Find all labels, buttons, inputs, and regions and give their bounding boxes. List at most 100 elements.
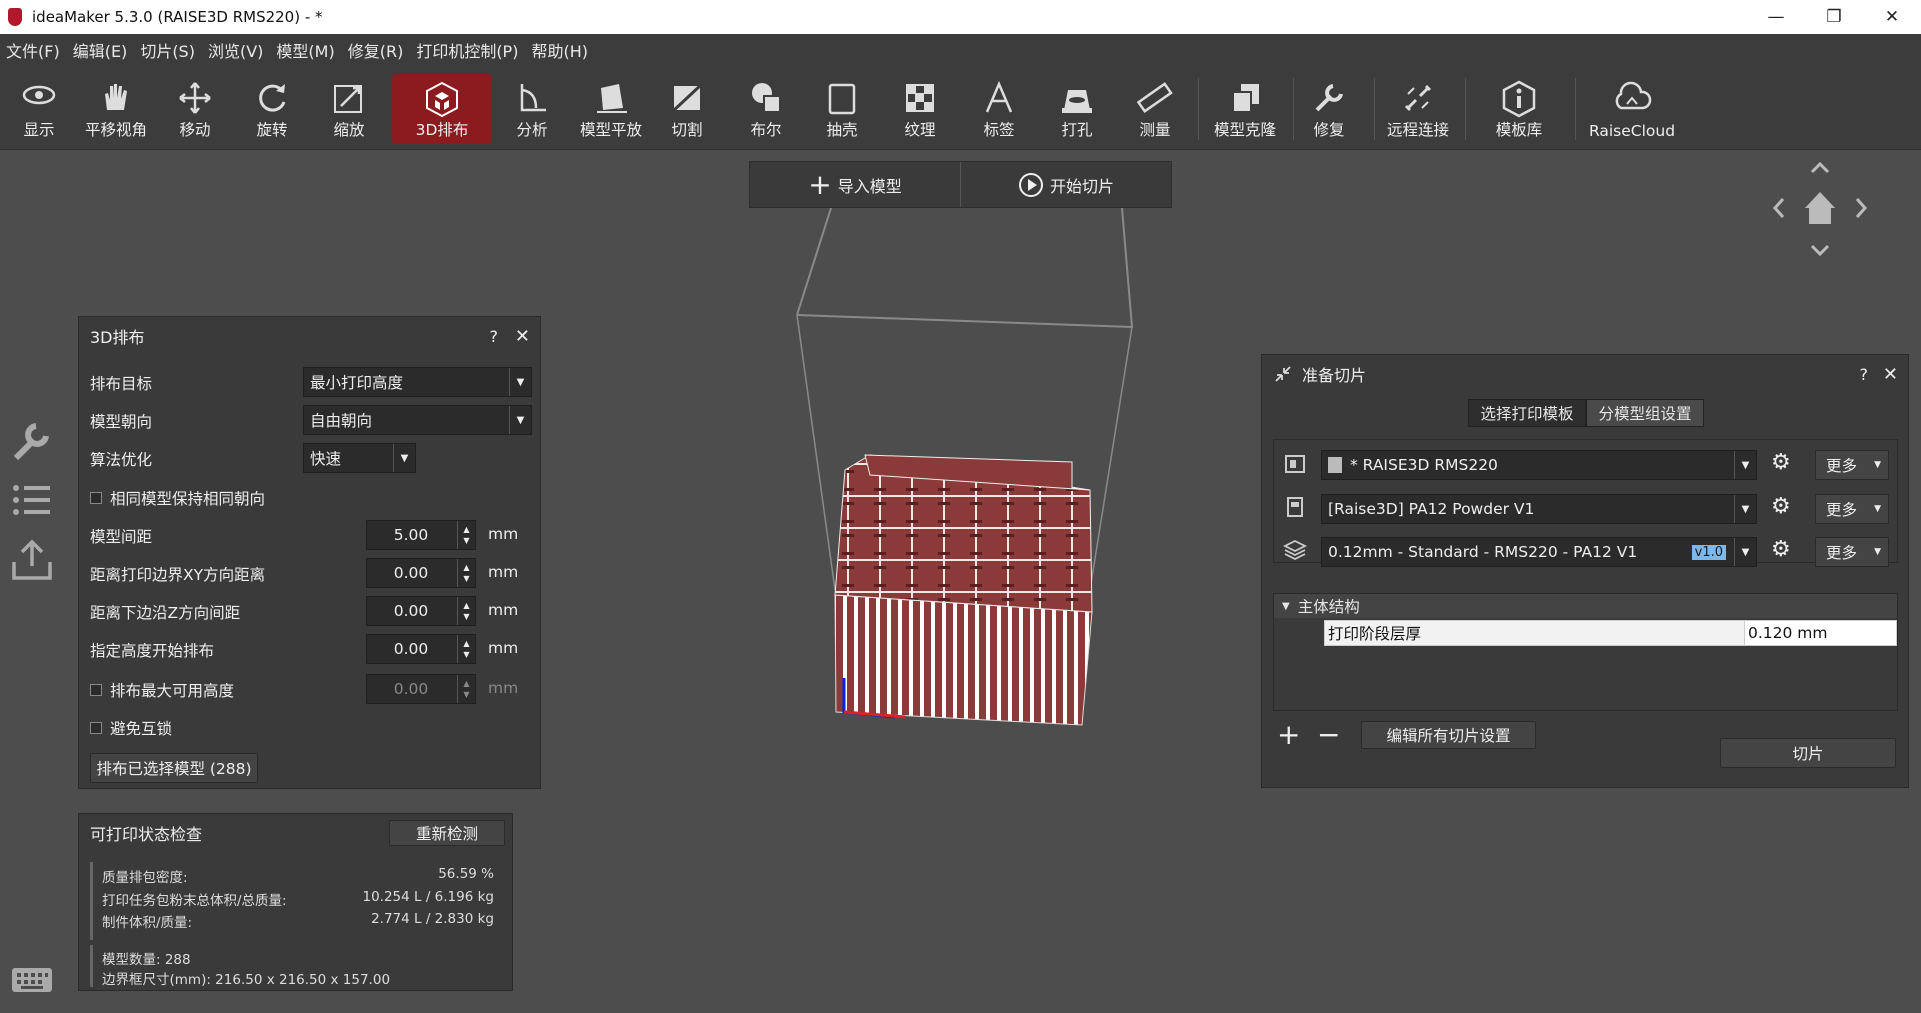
help-button[interactable]: ? <box>1860 365 1869 384</box>
tool-label: 抽壳 <box>826 121 858 139</box>
start-height-input[interactable]: 0.00 ▲ ▼ <box>366 634 476 664</box>
orientation-label: 模型朝向 <box>90 413 153 431</box>
tool-measure[interactable]: 测量 <box>1127 74 1183 144</box>
menu-file[interactable]: 文件(F) <box>6 38 60 62</box>
spacing-input[interactable]: 5.00 ▲ ▼ <box>366 520 476 550</box>
clone-icon <box>1232 84 1259 113</box>
analyze-icon <box>520 84 546 112</box>
texture-checker-icon <box>906 84 934 112</box>
start-height-value: 0.00 <box>393 640 429 658</box>
target-select[interactable]: 最小打印高度 ▼ <box>303 367 532 397</box>
orientation-select[interactable]: 自由朝向 ▼ <box>303 405 532 435</box>
spacing-label: 模型间距 <box>90 528 153 546</box>
profile-more-button[interactable]: 更多 ▼ <box>1815 537 1889 567</box>
z-distance-input[interactable]: 0.00 ▲ ▼ <box>366 596 476 626</box>
slice-button[interactable]: 切片 <box>1720 738 1896 768</box>
tool-lay-flat[interactable]: 模型平放 <box>573 74 649 144</box>
tab-model-group[interactable]: 分模型组设置 <box>1586 399 1704 427</box>
tool-pan-view[interactable]: 平移视角 <box>80 74 152 144</box>
wrench-icon[interactable] <box>8 420 56 464</box>
max-height-input: 0.00 ▲ ▼ <box>366 674 476 704</box>
menu-edit[interactable]: 编辑(E) <box>73 38 128 62</box>
menu-bar: 文件(F) 编辑(E) 切片(S) 浏览(V) 模型(M) 修复(R) 打印机控… <box>0 34 1921 66</box>
boolean-icon <box>752 83 781 113</box>
keyboard-icon[interactable] <box>10 964 54 996</box>
export-upload-icon[interactable] <box>8 538 56 586</box>
section-main-structure[interactable]: ▼ 主体结构 <box>1274 594 1897 618</box>
close-panel-button[interactable]: ✕ <box>1883 364 1898 385</box>
tool-3d-arrange[interactable]: 3D排布 <box>392 74 492 144</box>
same-orientation-checkbox[interactable]: 相同模型保持相同朝向 <box>90 487 265 509</box>
section-divider <box>90 945 93 987</box>
menu-view[interactable]: 浏览(V) <box>208 38 263 62</box>
remote-connect-icon <box>1404 84 1432 112</box>
stepper-icon[interactable]: ▲ ▼ <box>457 597 475 625</box>
chevron-down-icon: ▼ <box>1734 495 1756 523</box>
xy-distance-input[interactable]: 0.00 ▲ ▼ <box>366 558 476 588</box>
tool-boolean[interactable]: 布尔 <box>738 74 794 144</box>
start-height-label: 指定高度开始排布 <box>90 642 215 660</box>
tool-remote-connect[interactable]: 远程连接 <box>1380 74 1456 144</box>
collapse-arrows-icon[interactable] <box>1274 365 1292 383</box>
tool-label: 模型平放 <box>579 121 642 139</box>
tool-raisecloud[interactable]: RaiseCloud <box>1582 74 1682 144</box>
xy-distance-value: 0.00 <box>393 564 429 582</box>
tool-drill-hole[interactable]: 打孔 <box>1049 74 1105 144</box>
import-model-button[interactable]: + 导入模型 <box>750 162 960 207</box>
stepper-icon[interactable]: ▲ ▼ <box>457 521 475 549</box>
tool-label: 显示 <box>23 121 55 139</box>
tool-template-library[interactable]: 模板库 <box>1486 74 1552 144</box>
tool-label: 远程连接 <box>1386 121 1449 139</box>
checkbox-box <box>90 492 102 504</box>
menu-help[interactable]: 帮助(H) <box>531 38 588 62</box>
menu-printer-control[interactable]: 打印机控制(P) <box>416 38 518 62</box>
arrange-panel-header: 3D排布 ? ✕ <box>79 317 540 355</box>
material-settings-gear-icon[interactable]: ⚙ <box>1771 494 1791 519</box>
tool-display[interactable]: 显示 <box>10 74 68 144</box>
cloud-icon <box>1615 81 1652 110</box>
tool-rotate[interactable]: 旋转 <box>243 74 301 144</box>
tool-cut[interactable]: 切割 <box>659 74 715 144</box>
tool-label-text[interactable]: 标签 <box>971 74 1027 144</box>
tool-move[interactable]: 移动 <box>166 74 224 144</box>
remove-button[interactable]: − <box>1317 718 1340 751</box>
material-select[interactable]: [Raise3D] PA12 Powder V1 ▼ <box>1321 494 1757 524</box>
help-button[interactable]: ? <box>490 327 499 346</box>
edit-all-settings-button[interactable]: 编辑所有切片设置 <box>1361 721 1536 749</box>
recheck-button[interactable]: 重新检测 <box>389 820 505 846</box>
material-more-button[interactable]: 更多 ▼ <box>1815 494 1889 524</box>
arrange-selected-button[interactable]: 排布已选择模型 (288) <box>90 753 258 783</box>
minimize-button[interactable]: — <box>1747 0 1805 34</box>
menu-model[interactable]: 模型(M) <box>276 38 334 62</box>
orientation-value: 自由朝向 <box>310 412 373 430</box>
toolbar-divider <box>1465 78 1466 140</box>
start-slice-button[interactable]: 开始切片 <box>960 162 1171 207</box>
profile-select[interactable]: 0.12mm - Standard - RMS220 - PA12 V1 v1.… <box>1321 537 1757 567</box>
tool-clone[interactable]: 模型克隆 <box>1207 74 1283 144</box>
algorithm-select[interactable]: 快速 ▼ <box>303 443 416 473</box>
layer-thickness-value[interactable]: 0.120 mm <box>1744 620 1897 646</box>
profile-settings-gear-icon[interactable]: ⚙ <box>1771 537 1791 562</box>
tool-repair[interactable]: 修复 <box>1301 74 1357 144</box>
stepper-icon[interactable]: ▲ ▼ <box>457 559 475 587</box>
avoid-interlock-checkbox[interactable]: 避免互锁 <box>90 717 172 739</box>
restore-button[interactable]: ❐ <box>1805 0 1863 34</box>
menu-slice[interactable]: 切片(S) <box>140 38 195 62</box>
add-button[interactable]: + <box>1277 718 1300 751</box>
menu-repair[interactable]: 修复(R) <box>348 38 404 62</box>
close-window-button[interactable]: ✕ <box>1863 0 1921 34</box>
tab-print-template[interactable]: 选择打印模板 <box>1468 399 1586 427</box>
max-height-checkbox[interactable]: 排布最大可用高度 <box>90 679 234 701</box>
checkbox-box <box>90 722 102 734</box>
printer-settings-gear-icon[interactable]: ⚙ <box>1771 450 1791 475</box>
printer-more-button[interactable]: 更多 ▼ <box>1815 450 1889 480</box>
list-icon[interactable] <box>8 480 56 524</box>
view-navigation-control[interactable] <box>1765 158 1875 258</box>
tool-scale[interactable]: 缩放 <box>320 74 378 144</box>
close-panel-button[interactable]: ✕ <box>515 326 530 347</box>
tool-hollow[interactable]: 抽壳 <box>814 74 870 144</box>
printer-select[interactable]: * RAISE3D RMS220 ▼ <box>1321 450 1757 480</box>
tool-texture[interactable]: 纹理 <box>892 74 948 144</box>
tool-analyze[interactable]: 分析 <box>504 74 560 144</box>
stepper-icon[interactable]: ▲ ▼ <box>457 635 475 663</box>
